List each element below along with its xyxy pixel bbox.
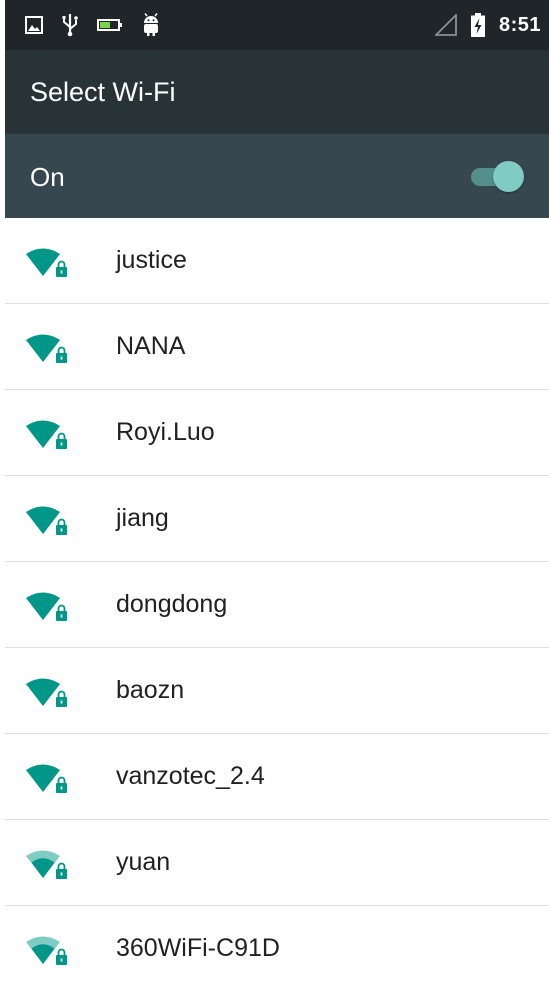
battery-saver-icon	[97, 18, 123, 32]
wifi-strong-locked-icon	[23, 676, 69, 710]
wifi-network-row[interactable]: Royi.Luo	[5, 390, 549, 476]
wifi-network-name: 360WiFi-C91D	[116, 934, 280, 962]
wifi-network-row[interactable]: baozn	[5, 648, 549, 734]
wifi-strong-locked-icon	[23, 504, 69, 538]
wifi-network-row[interactable]: vanzotec_2.4	[5, 734, 549, 820]
wifi-network-name: jiang	[116, 504, 169, 532]
wifi-network-name: yuan	[116, 848, 171, 876]
wifi-network-name: justice	[116, 246, 187, 274]
android-debug-icon	[141, 13, 161, 37]
image-icon	[25, 16, 43, 34]
wifi-strong-locked-icon	[23, 418, 69, 452]
wifi-switch-bar[interactable]: On	[5, 134, 549, 218]
app-bar: Select Wi-Fi	[5, 50, 549, 134]
wifi-network-row[interactable]: 360WiFi-C91D	[5, 906, 549, 991]
wifi-network-list: justice NANA Royi.Luo jiang dongdong baozn van…	[5, 218, 549, 991]
wifi-network-name: vanzotec_2.4	[116, 762, 265, 790]
wifi-network-name: Royi.Luo	[116, 418, 215, 446]
wifi-network-row[interactable]: dongdong	[5, 562, 549, 648]
status-bar: 8:51	[5, 0, 549, 50]
page-title: Select Wi-Fi	[30, 77, 176, 107]
wifi-network-row[interactable]: jiang	[5, 476, 549, 562]
toggle-thumb	[493, 161, 524, 192]
wifi-network-row[interactable]: justice	[5, 218, 549, 304]
wifi-network-row[interactable]: yuan	[5, 820, 549, 906]
wifi-network-name: dongdong	[116, 590, 228, 618]
wifi-strong-locked-icon	[23, 332, 69, 366]
cell-signal-icon	[434, 14, 457, 36]
usb-icon	[61, 13, 79, 37]
wifi-strong-locked-icon	[23, 590, 69, 624]
wifi-network-name: NANA	[116, 332, 186, 360]
wifi-strong-locked-icon	[23, 762, 69, 796]
battery-charging-icon	[470, 13, 485, 37]
wifi-medium-locked-icon	[23, 934, 69, 968]
wifi-toggle[interactable]	[467, 159, 525, 193]
wifi-network-name: baozn	[116, 676, 185, 704]
wifi-medium-locked-icon	[23, 848, 69, 882]
status-time: 8:51	[498, 13, 541, 36]
wifi-switch-label: On	[30, 162, 65, 192]
wifi-strong-locked-icon	[23, 246, 69, 280]
wifi-network-row[interactable]: NANA	[5, 304, 549, 390]
